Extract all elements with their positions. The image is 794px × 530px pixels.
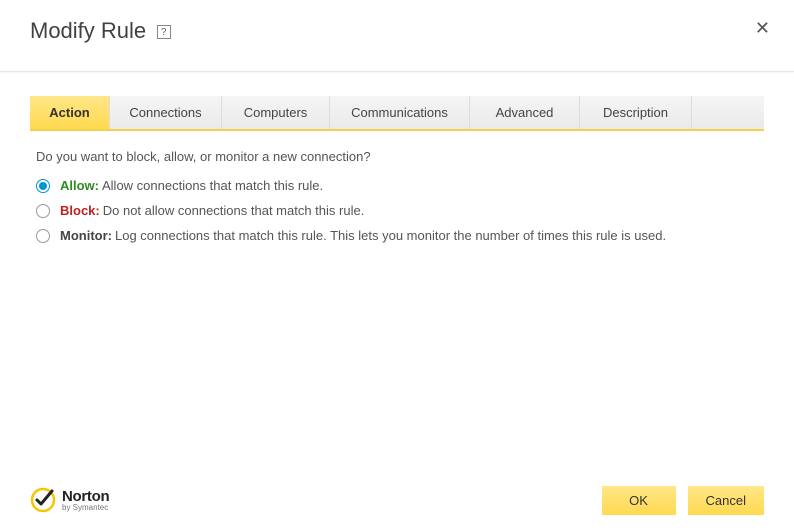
radio-icon bbox=[36, 229, 50, 243]
dialog-header: Modify Rule ? ✕ bbox=[0, 0, 794, 72]
option-desc: Do not allow connections that match this… bbox=[103, 203, 365, 218]
brand-sub: by Symantec bbox=[62, 504, 109, 512]
option-desc: Log connections that match this rule. Th… bbox=[115, 228, 666, 243]
radio-option-block[interactable]: Block: Do not allow connections that mat… bbox=[36, 203, 758, 218]
option-desc: Allow connections that match this rule. bbox=[102, 178, 323, 193]
tab-connections[interactable]: Connections bbox=[110, 96, 222, 129]
brand-logo: Norton by Symantec bbox=[30, 487, 109, 513]
radio-icon bbox=[36, 204, 50, 218]
brand-name: Norton bbox=[62, 489, 109, 504]
tab-action[interactable]: Action bbox=[30, 96, 110, 129]
tab-filler bbox=[692, 96, 764, 129]
dialog-footer: Norton by Symantec OK Cancel bbox=[0, 470, 794, 530]
dialog-title: Modify Rule bbox=[30, 18, 146, 44]
close-icon[interactable]: ✕ bbox=[755, 18, 770, 39]
help-icon[interactable]: ? bbox=[157, 25, 171, 39]
footer-buttons: OK Cancel bbox=[602, 486, 764, 515]
tab-communications[interactable]: Communications bbox=[330, 96, 470, 129]
option-label: Block: bbox=[60, 203, 100, 218]
radio-option-monitor[interactable]: Monitor: Log connections that match this… bbox=[36, 228, 758, 243]
ok-button[interactable]: OK bbox=[602, 486, 676, 515]
radio-option-allow[interactable]: Allow: Allow connections that match this… bbox=[36, 178, 758, 193]
dialog-body: Action Connections Computers Communicati… bbox=[0, 72, 794, 243]
option-label: Monitor: bbox=[60, 228, 112, 243]
tab-description[interactable]: Description bbox=[580, 96, 692, 129]
tab-computers[interactable]: Computers bbox=[222, 96, 330, 129]
radio-icon bbox=[36, 179, 50, 193]
brand-text: Norton by Symantec bbox=[62, 489, 109, 512]
panel-prompt: Do you want to block, allow, or monitor … bbox=[36, 149, 758, 164]
cancel-button[interactable]: Cancel bbox=[688, 486, 764, 515]
brand-checkmark-icon bbox=[30, 487, 56, 513]
tab-bar: Action Connections Computers Communicati… bbox=[30, 96, 764, 131]
option-label: Allow: bbox=[60, 178, 99, 193]
action-panel: Do you want to block, allow, or monitor … bbox=[30, 131, 764, 243]
tab-advanced[interactable]: Advanced bbox=[470, 96, 580, 129]
